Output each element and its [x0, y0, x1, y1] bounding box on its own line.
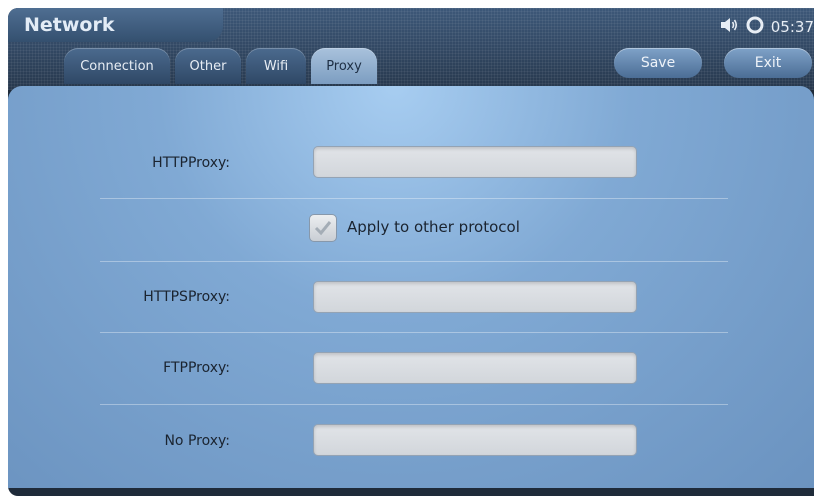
- speaker-icon[interactable]: [719, 16, 739, 38]
- divider: [100, 332, 728, 333]
- no-proxy-input[interactable]: [313, 424, 637, 456]
- apply-to-other-protocol-label: Apply to other protocol: [347, 218, 520, 236]
- status-area: 05:37: [719, 16, 814, 38]
- no-proxy-label: No Proxy:: [164, 433, 230, 449]
- tab-connection[interactable]: Connection: [64, 48, 170, 84]
- title-tab: Network: [8, 8, 223, 42]
- https-proxy-label: HTTPSProxy:: [143, 289, 230, 305]
- apply-to-other-protocol-checkbox[interactable]: [309, 214, 337, 242]
- save-button[interactable]: Save: [614, 48, 702, 78]
- tab-other[interactable]: Other: [175, 48, 241, 84]
- divider: [100, 261, 728, 262]
- divider: [100, 198, 728, 199]
- ftp-proxy-label: FTPProxy:: [163, 360, 230, 376]
- refresh-ring-icon[interactable]: [745, 15, 765, 39]
- clock-time: 05:37: [770, 18, 814, 36]
- http-proxy-input[interactable]: [313, 146, 637, 178]
- divider: [100, 404, 728, 405]
- tab-bar: Connection Other Wifi Proxy: [64, 48, 377, 84]
- check-icon: [314, 221, 332, 236]
- http-proxy-label: HTTPProxy:: [152, 155, 230, 171]
- tab-wifi[interactable]: Wifi: [246, 48, 306, 84]
- page-title: Network: [24, 14, 115, 36]
- ftp-proxy-input[interactable]: [313, 352, 637, 384]
- exit-button[interactable]: Exit: [724, 48, 812, 78]
- tab-proxy[interactable]: Proxy: [311, 48, 377, 84]
- https-proxy-input[interactable]: [313, 281, 637, 313]
